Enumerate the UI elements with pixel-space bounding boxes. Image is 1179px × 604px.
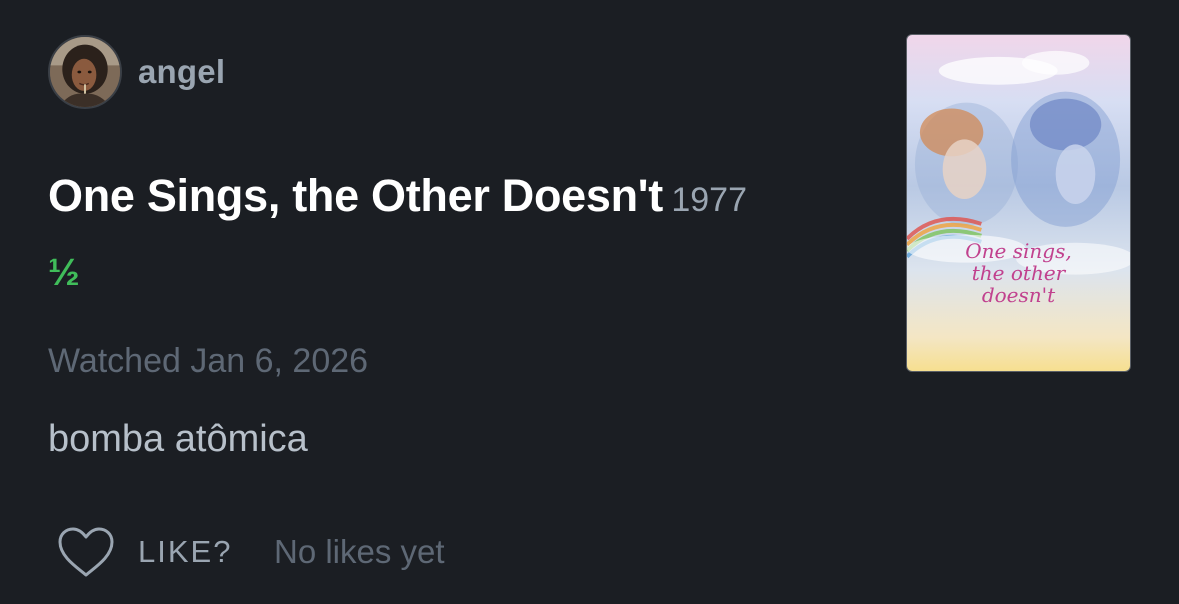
poster-artwork [907, 50, 1130, 275]
star-rating: ½ [48, 252, 80, 294]
like-button[interactable]: LIKE? [56, 525, 232, 579]
poster-title-text: One sings, the other doesn't [965, 239, 1072, 307]
avatar[interactable] [48, 35, 122, 109]
heart-outline-icon [58, 527, 114, 577]
avatar-photo [50, 37, 120, 107]
like-label[interactable]: LIKE? [138, 534, 232, 570]
review-text: bomba atômica [48, 418, 308, 460]
username[interactable]: angel [138, 53, 225, 91]
watched-date: Watched Jan 6, 2026 [48, 342, 369, 380]
film-poster[interactable]: One sings, the other doesn't [906, 34, 1131, 372]
title-row: One Sings, the Other Doesn't 1977 [48, 170, 747, 222]
film-year[interactable]: 1977 [671, 181, 747, 219]
film-title[interactable]: One Sings, the Other Doesn't [48, 170, 663, 221]
diary-entry-page: angel One Sings, the Other Doesn't 1977 … [0, 0, 1179, 604]
likes-count: No likes yet [274, 533, 445, 570]
